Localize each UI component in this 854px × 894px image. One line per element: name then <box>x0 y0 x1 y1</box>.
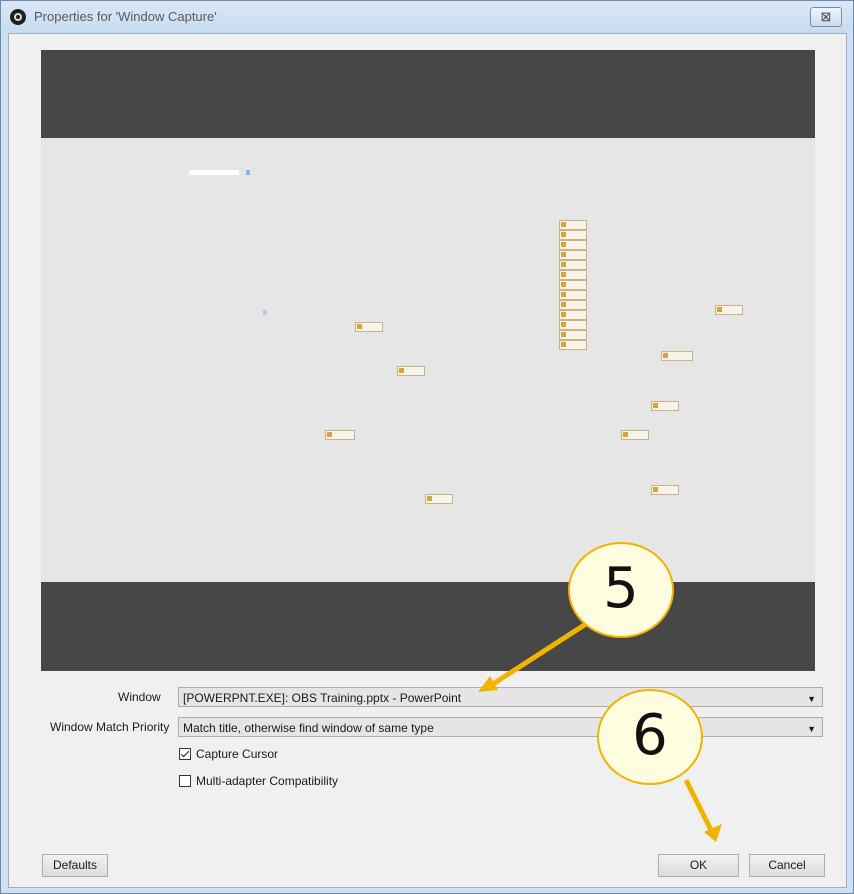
annotation-arrows <box>478 617 722 842</box>
step-6-callout: 6 <box>597 689 703 785</box>
step-5-callout: 5 <box>568 542 674 638</box>
arrow-step5-line <box>488 617 594 689</box>
arrow-step6-line <box>683 778 714 832</box>
